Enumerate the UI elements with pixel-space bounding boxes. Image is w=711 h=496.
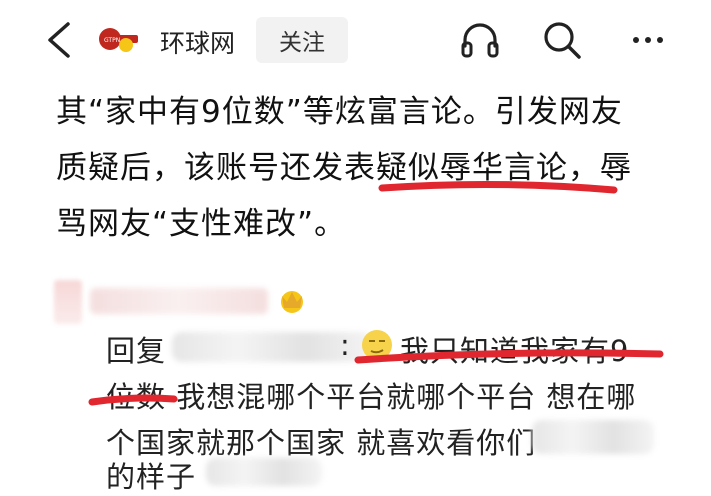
article-line-3: 骂网友“支性难改”。 bbox=[56, 206, 347, 242]
top-bar: GTPN 环球网 关注 bbox=[0, 0, 711, 80]
more-icon[interactable] bbox=[626, 18, 670, 62]
username-blurred bbox=[90, 288, 268, 314]
search-icon[interactable] bbox=[540, 18, 584, 62]
blurred-text-2 bbox=[206, 458, 322, 486]
reply-colon: : bbox=[340, 328, 351, 362]
news-logo-icon: GTPN bbox=[99, 28, 138, 52]
avatar-blurred bbox=[54, 280, 82, 324]
follow-button[interactable]: 关注 bbox=[256, 17, 348, 63]
article-line-1: 其“家中有9位数”等炫富言论。引发网友 bbox=[56, 94, 623, 130]
reply-prefix: 回复 bbox=[106, 334, 167, 368]
article-body: 其“家中有9位数”等炫富言论。引发网友 质疑后，该账号还发表疑似辱华言论，辱 骂… bbox=[56, 84, 696, 252]
reply-line-4: 的样子 bbox=[106, 460, 197, 494]
brand-name[interactable]: 环球网 bbox=[160, 24, 235, 60]
article-line-2: 质疑后，该账号还发表疑似辱华言论，辱 bbox=[56, 150, 632, 186]
reply-line-1: 我只知道我家有9 bbox=[400, 334, 630, 368]
crown-badge-icon bbox=[281, 291, 303, 313]
reply-line-2: 位数 我想混哪个平台就哪个平台 想在哪 bbox=[106, 380, 637, 414]
blurred-text bbox=[532, 420, 654, 454]
svg-text:GTPN: GTPN bbox=[104, 37, 120, 44]
headphones-icon[interactable] bbox=[458, 18, 502, 62]
smirk-emoji-icon bbox=[362, 330, 392, 360]
reply-screenshot: 回复 : 我只知道我家有9 位数 我想混哪个平台就哪个平台 想在哪 个国家就那个… bbox=[54, 270, 654, 494]
back-arrow-icon[interactable] bbox=[42, 20, 76, 60]
